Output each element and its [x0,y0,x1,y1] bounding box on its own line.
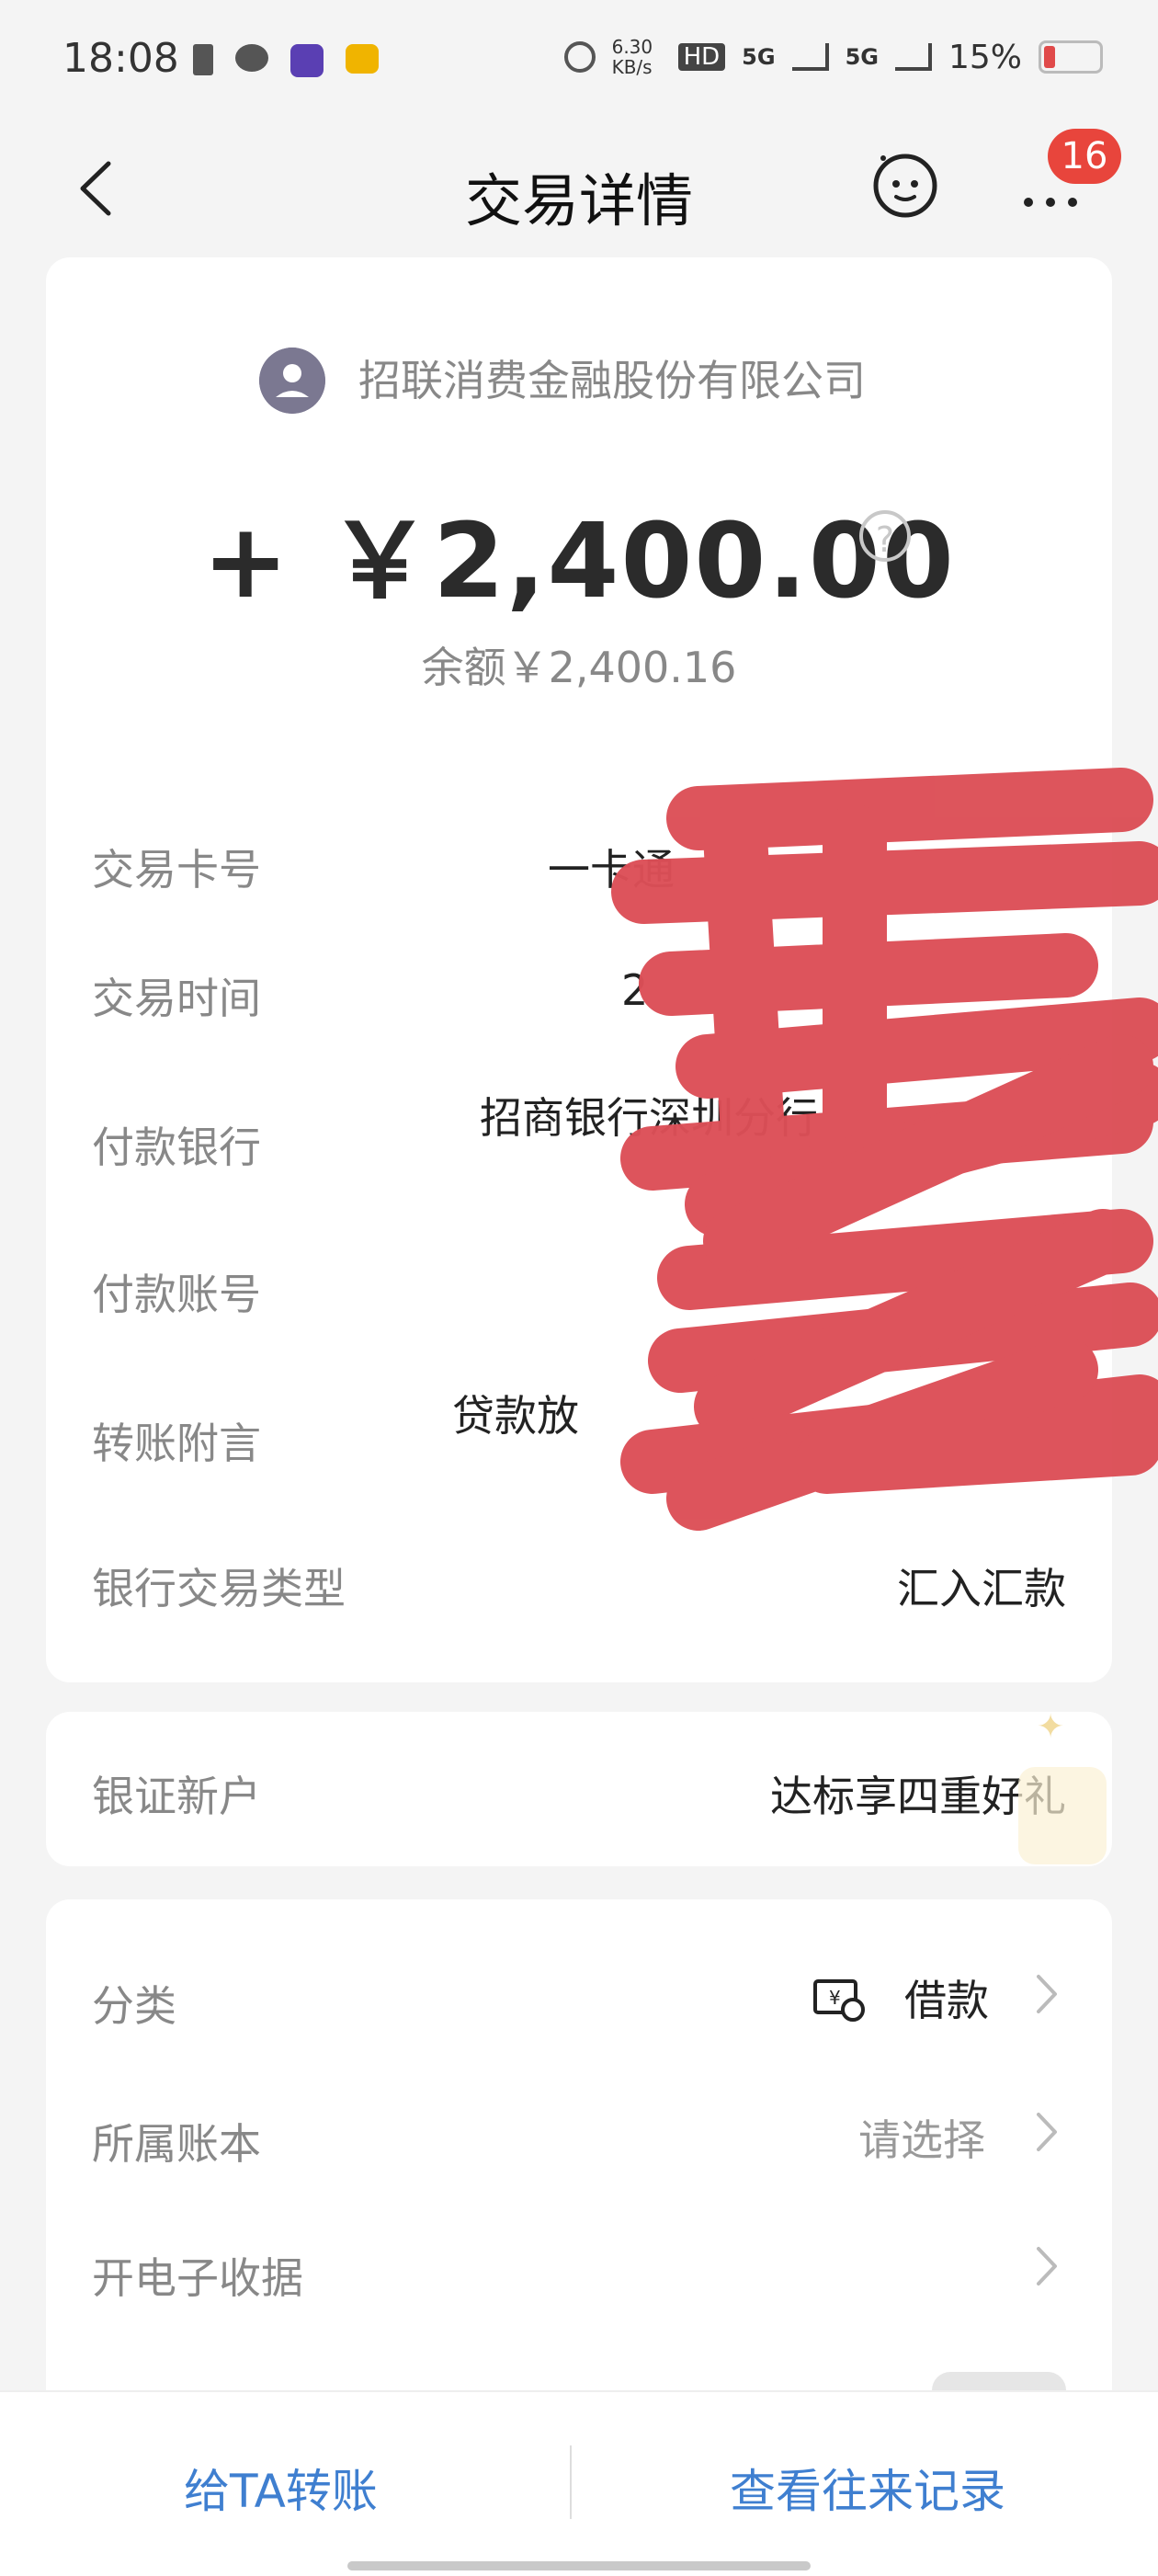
app-icon [290,44,324,77]
help-icon[interactable]: ? [859,510,911,562]
status-notification-icons [193,44,379,77]
chevron-right-icon[interactable] [1033,2245,1061,2287]
chevron-right-icon[interactable] [1033,1973,1061,2015]
transaction-amount: + ￥2,400.00 [202,502,956,621]
payer-name: 招联消费金融股份有限公司 [358,356,866,405]
svg-text:¥: ¥ [829,1987,841,2009]
chevron-right-icon[interactable] [1033,2111,1061,2153]
status-bar: 18:08 6.30 KB/s HD 5G 5G 15% [0,0,1158,120]
category-label: 分类 [92,1981,176,2031]
signal-5g-1: 5G [742,44,776,70]
row-label-payer-bank: 付款银行 [92,1123,261,1172]
balance: 余额￥2,400.16 [421,643,737,692]
hd-icon: HD [677,43,726,71]
signal-bars-icon [791,43,829,71]
sparkle-icon: ✦ [1037,1708,1065,1746]
row-label-card-number: 交易卡号 [92,845,261,895]
payer-avatar-icon [259,348,325,414]
history-button[interactable]: 查看往来记录 [730,2455,1005,2521]
battery-percent: 15% [948,38,1022,76]
page-title: 交易详情 [464,167,693,234]
promo-gift-icon [1018,1767,1107,1864]
network-speed: 6.30 KB/s [611,36,653,78]
status-right: 6.30 KB/s HD 5G 5G 15% [563,36,1103,78]
battery-saver-icon [193,44,213,75]
ledger-label: 所属账本 [92,2119,261,2169]
weibo-icon [346,44,379,74]
row-label-time: 交易时间 [92,974,261,1023]
promo-label: 银证新户 [92,1772,261,1821]
row-label-transaction-type: 银行交易类型 [92,1564,346,1613]
battery-icon [1039,40,1103,74]
signal-bars-icon [894,43,932,71]
notification-badge: 16 [1048,129,1121,184]
row-label-memo: 转账附言 [92,1419,261,1468]
row-label-payer-account: 付款账号 [92,1270,261,1319]
row-value-transaction-type: 汇入汇款 [897,1564,1066,1613]
ledger-value[interactable]: 请选择 [858,2107,985,2168]
bottom-divider [570,2445,572,2519]
category-value[interactable]: 借款 [904,1967,989,2028]
assistant-icon[interactable] [868,147,942,221]
home-indicator[interactable] [347,2561,811,2570]
signal-5g-2: 5G [845,44,879,70]
loan-category-icon: ¥ [813,1979,865,2022]
status-time: 18:08 [62,35,179,82]
transfer-button[interactable]: 给TA转账 [184,2455,378,2521]
alarm-icon [563,41,596,73]
redaction-scribble [611,768,1158,1531]
receipt-label: 开电子收据 [92,2253,303,2303]
wechat-icon [235,44,268,72]
